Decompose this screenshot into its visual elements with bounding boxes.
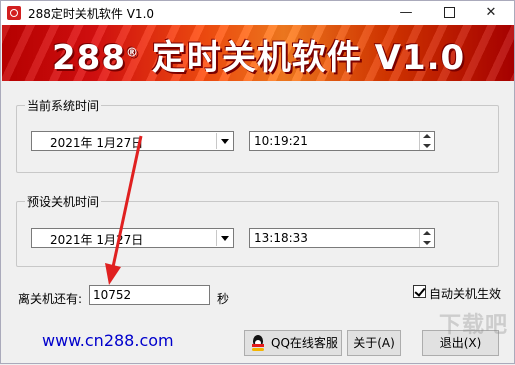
current-time-picker[interactable]: 10:19:21 [249,131,435,151]
preset-date-picker[interactable]: 2021年 1月27日 [31,228,234,248]
window-title: 288定时关机软件 V1.0 [28,7,155,21]
spin-icon[interactable] [419,229,434,247]
watermark-text: 下载吧 [439,313,509,338]
remaining-label: 离关机还有: [18,292,83,306]
about-button[interactable]: 关于(A) [347,330,401,356]
current-date-picker[interactable]: 2021年 1月27日 [31,131,234,151]
maximize-icon [443,7,455,18]
current-time-group-label: 当前系统时间 [25,97,102,114]
preset-time-picker[interactable]: 13:18:33 [249,228,435,248]
seconds-unit-label: 秒 [217,292,230,306]
auto-shutdown-checkbox[interactable] [413,285,426,298]
dropdown-icon[interactable] [216,133,232,149]
preset-time-value: 13:18:33 [254,231,308,245]
main-window: 288定时关机软件 V1.0 — ✕ 288® 定时关机软件 V1.0 当前系统… [0,0,515,364]
banner: 288® 定时关机软件 V1.0 [2,25,514,81]
qq-support-button[interactable]: QQ在线客服 [244,330,342,356]
banner-number: 288 [52,38,126,78]
remaining-seconds-field[interactable]: 10752 [89,285,210,305]
banner-subtitle: 定时关机软件 V1.0 [151,38,466,78]
current-time-value: 10:19:21 [254,134,308,148]
qq-support-label: QQ在线客服 [271,336,338,350]
minimize-button[interactable]: — [386,1,426,25]
banner-title: 288® 定时关机软件 V1.0 [52,30,465,79]
title-bar[interactable]: 288定时关机软件 V1.0 — ✕ [1,1,514,25]
close-button[interactable]: ✕ [471,1,511,25]
dropdown-icon[interactable] [216,230,232,246]
maximize-button[interactable] [429,1,469,25]
website-link[interactable]: www.cn288.com [42,331,174,350]
preset-time-group-label: 预设关机时间 [25,193,102,210]
auto-shutdown-label[interactable]: 自动关机生效 [429,285,501,302]
current-date-value: 2021年 1月27日 [50,136,144,150]
preset-date-value: 2021年 1月27日 [50,233,144,247]
spin-icon[interactable] [419,132,434,150]
registered-mark: ® [125,45,139,60]
app-icon [7,6,21,20]
qq-penguin-icon [251,335,265,351]
